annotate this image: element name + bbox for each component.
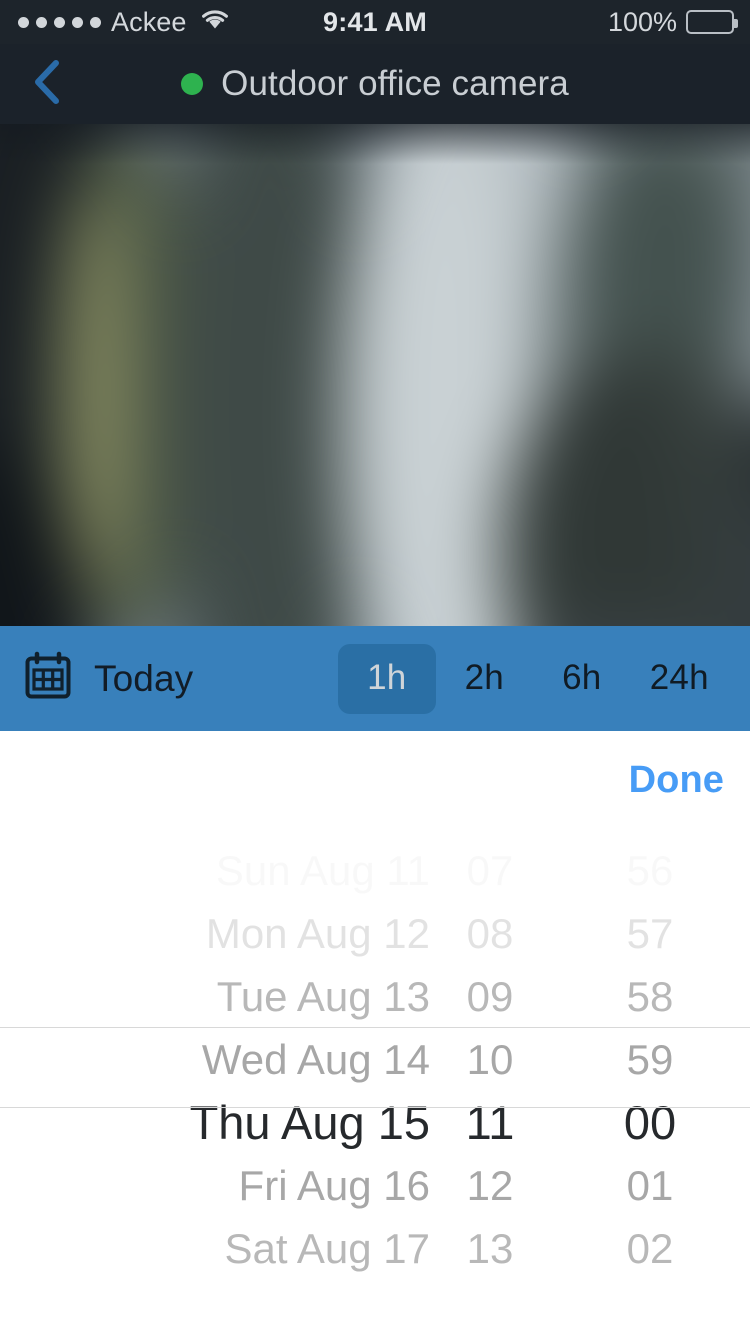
picker-hour-cell: 10 <box>466 1035 514 1083</box>
picker-minute-cell: 59 <box>626 1035 674 1083</box>
datetime-picker-sheet: Done Sun Aug 11 07 56 Mon Aug 12 08 57 T… <box>0 731 750 1334</box>
range-button-24h[interactable]: 24h <box>631 644 729 714</box>
picker-date-cell: Tue Aug 13 <box>216 972 430 1020</box>
battery-full-icon <box>686 10 738 34</box>
picker-selected-hour: 11 <box>465 1096 515 1149</box>
camera-live-view[interactable] <box>0 124 750 626</box>
picker-row[interactable]: Sat Aug 17 13 02 <box>0 1217 750 1279</box>
picker-minute-cell: 58 <box>626 972 674 1020</box>
picker-minute-cell: 56 <box>626 846 674 894</box>
picker-row[interactable]: Sun Aug 11 07 56 <box>0 839 750 902</box>
picker-minute-cell: 57 <box>626 909 674 957</box>
picker-row[interactable]: Fri Aug 16 12 01 <box>0 1154 750 1217</box>
picker-selected-date: Thu Aug 15 <box>189 1096 430 1149</box>
picker-date-cell: Mon Aug 12 <box>205 909 430 957</box>
timeline-toolbar: Today 1h 2h 6h 24h <box>0 626 750 731</box>
status-bar: Ackee 9:41 AM 100% <box>0 0 750 44</box>
camera-online-status-dot <box>181 73 204 95</box>
picker-row[interactable]: Mon Aug 12 08 57 <box>0 902 750 965</box>
picker-rows: Sun Aug 11 07 56 Mon Aug 12 08 57 Tue Au… <box>0 839 750 1279</box>
picker-row-selected[interactable]: Thu Aug 15 11 00 <box>0 1091 750 1154</box>
picker-date-cell: Sat Aug 17 <box>224 1224 430 1272</box>
app-root: Ackee 9:41 AM 100% Outdoor office camera… <box>0 0 750 1334</box>
picker-hour-cell: 07 <box>466 846 514 894</box>
range-button-2h[interactable]: 2h <box>436 644 534 714</box>
picker-hour-cell: 09 <box>466 972 514 1020</box>
battery-percent-label: 100% <box>607 6 677 37</box>
picker-minute-cell: 01 <box>626 1161 674 1209</box>
done-button[interactable]: Done <box>629 759 724 802</box>
picker-date-cell: Wed Aug 14 <box>201 1035 430 1083</box>
picker-minute-cell: 02 <box>626 1224 674 1272</box>
picker-hour-cell: 13 <box>466 1224 514 1272</box>
calendar-icon <box>24 651 72 706</box>
today-date-button[interactable]: Today <box>24 651 193 706</box>
today-label: Today <box>94 657 194 699</box>
navigation-bar: Outdoor office camera <box>0 44 750 124</box>
page-title-group: Outdoor office camera <box>0 44 750 124</box>
picker-row[interactable]: Tue Aug 13 09 58 <box>0 965 750 1028</box>
time-range-selector: 1h 2h 6h 24h <box>338 643 729 714</box>
picker-row[interactable]: Wed Aug 14 10 59 <box>0 1028 750 1091</box>
status-bar-right: 100% <box>607 6 738 38</box>
range-button-6h[interactable]: 6h <box>533 644 631 714</box>
datetime-picker[interactable]: Sun Aug 11 07 56 Mon Aug 12 08 57 Tue Au… <box>0 839 750 1279</box>
range-button-1h[interactable]: 1h <box>338 643 436 714</box>
page-title: Outdoor office camera <box>221 64 569 103</box>
picker-date-cell: Sun Aug 11 <box>215 846 430 894</box>
picker-hour-cell: 08 <box>466 909 514 957</box>
picker-date-cell: Fri Aug 16 <box>238 1161 430 1209</box>
picker-toolbar: Done <box>0 731 750 839</box>
picker-selected-minute: 00 <box>623 1096 677 1149</box>
picker-hour-cell: 12 <box>466 1161 514 1209</box>
camera-frame-image <box>0 124 750 626</box>
